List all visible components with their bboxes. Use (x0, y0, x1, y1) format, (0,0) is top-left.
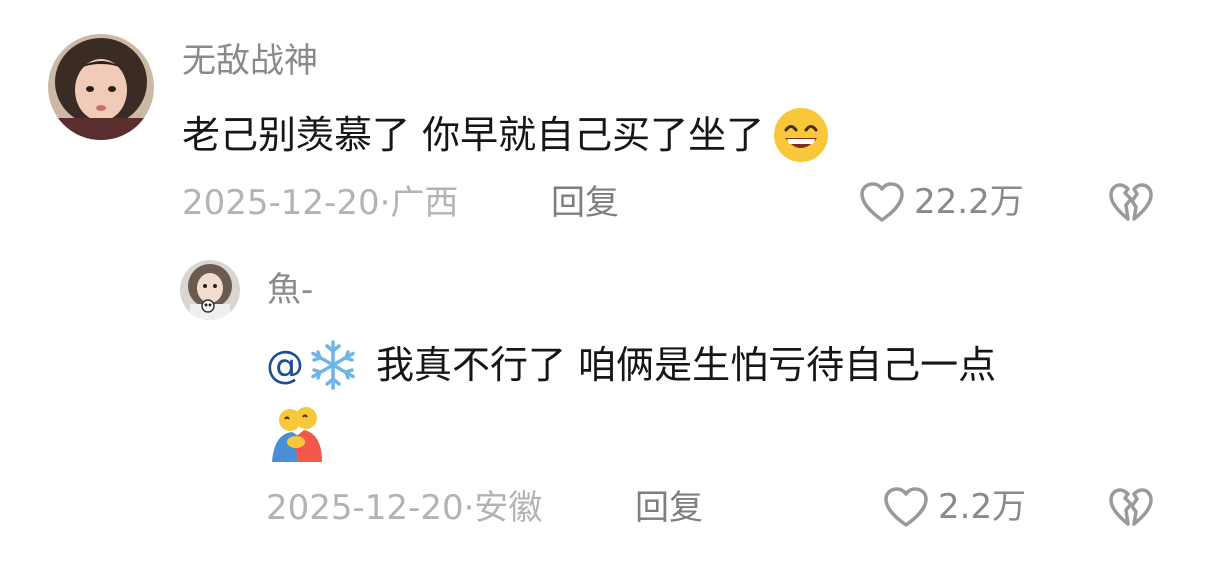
comment-text-row: 老己别羡慕了 你早就自己买了坐了 (182, 106, 830, 164)
heart-outline-icon (882, 485, 930, 529)
avatar[interactable] (48, 34, 154, 140)
comment-text-row: @ 我真不行了 咱俩是生怕亏待自己一点 (266, 338, 996, 392)
reply-button[interactable]: 回复 (635, 488, 703, 528)
heart-outline-icon (858, 180, 906, 224)
meta-separator: · (379, 183, 391, 223)
meta-separator: · (463, 488, 475, 528)
like-button[interactable]: 2.2万 (882, 485, 1026, 529)
reply-comment-item: 魚- @ 我真不行了 咱俩是生怕亏待自己一点 2025-12-20·安徽 回复 … (0, 250, 1206, 561)
mention-symbol[interactable]: @ (266, 341, 304, 389)
comment-location: 广西 (390, 183, 459, 223)
comment-username[interactable]: 魚- (267, 270, 313, 310)
avatar[interactable] (180, 260, 240, 320)
broken-heart-icon[interactable] (1108, 181, 1154, 225)
comment-meta: 2025-12-20·安徽 (266, 488, 542, 528)
comment-username[interactable]: 无敌战神 (182, 41, 318, 81)
comment-text: 我真不行了 咱俩是生怕亏待自己一点 (376, 343, 997, 387)
comment-date: 2025-12-20 (266, 488, 464, 528)
comment-location: 安徽 (474, 488, 543, 528)
snowflake-icon[interactable] (306, 338, 360, 392)
like-count: 22.2万 (914, 182, 1024, 222)
comment-item: 无敌战神 老己别羡慕了 你早就自己买了坐了 2025-12-20·广西 回复 2… (0, 0, 1206, 250)
comment-date: 2025-12-20 (182, 183, 380, 223)
grinning-face-icon (772, 106, 830, 164)
comment-text: 老己别羡慕了 你早就自己买了坐了 (182, 113, 765, 157)
like-count: 2.2万 (938, 487, 1027, 527)
comment-meta: 2025-12-20·广西 (182, 183, 458, 223)
broken-heart-icon[interactable] (1108, 486, 1154, 530)
reply-button[interactable]: 回复 (551, 183, 619, 223)
people-hugging-icon (268, 404, 326, 462)
like-button[interactable]: 22.2万 (858, 180, 1024, 224)
